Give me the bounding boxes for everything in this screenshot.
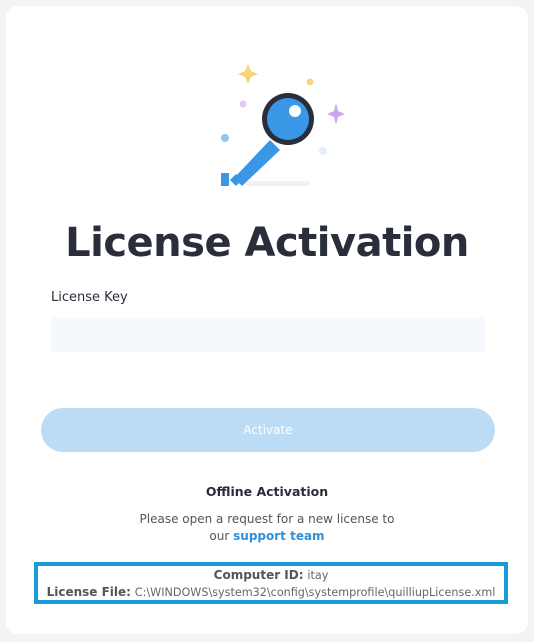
offline-activation-text: Please open a request for a new license … [6,511,528,545]
offline-line-1: Please open a request for a new license … [139,512,395,526]
dot-icon [239,100,247,108]
activate-button[interactable]: Activate [41,408,495,452]
offline-line-2-prefix: our [209,529,230,543]
offline-line-2: our support team [6,528,528,545]
page-title: License Activation [65,220,469,266]
computer-id-value: itay [307,569,329,582]
license-file-label: License File: [46,585,131,599]
support-team-link[interactable]: support team [233,529,324,543]
license-info-box: Computer ID: itay License File: C:\WINDO… [34,562,508,604]
license-key-input[interactable] [51,318,485,352]
dot-icon [319,147,327,155]
license-file-value: C:\WINDOWS\system32\config\systemprofile… [134,586,496,599]
license-card: License Activation License Key Activate … [6,6,528,634]
offline-activation-title: Offline Activation [205,484,329,499]
computer-id-row: Computer ID: itay [38,567,504,584]
license-file-row: License File: C:\WINDOWS\system32\config… [38,584,504,601]
key-magnifier-icon [221,64,345,186]
sparkle-icon [327,103,345,125]
license-key-label: License Key [51,290,128,305]
dot-icon [221,134,229,142]
sparkle-icon [238,64,258,84]
dot-icon [306,78,314,86]
computer-id-label: Computer ID: [213,568,304,582]
